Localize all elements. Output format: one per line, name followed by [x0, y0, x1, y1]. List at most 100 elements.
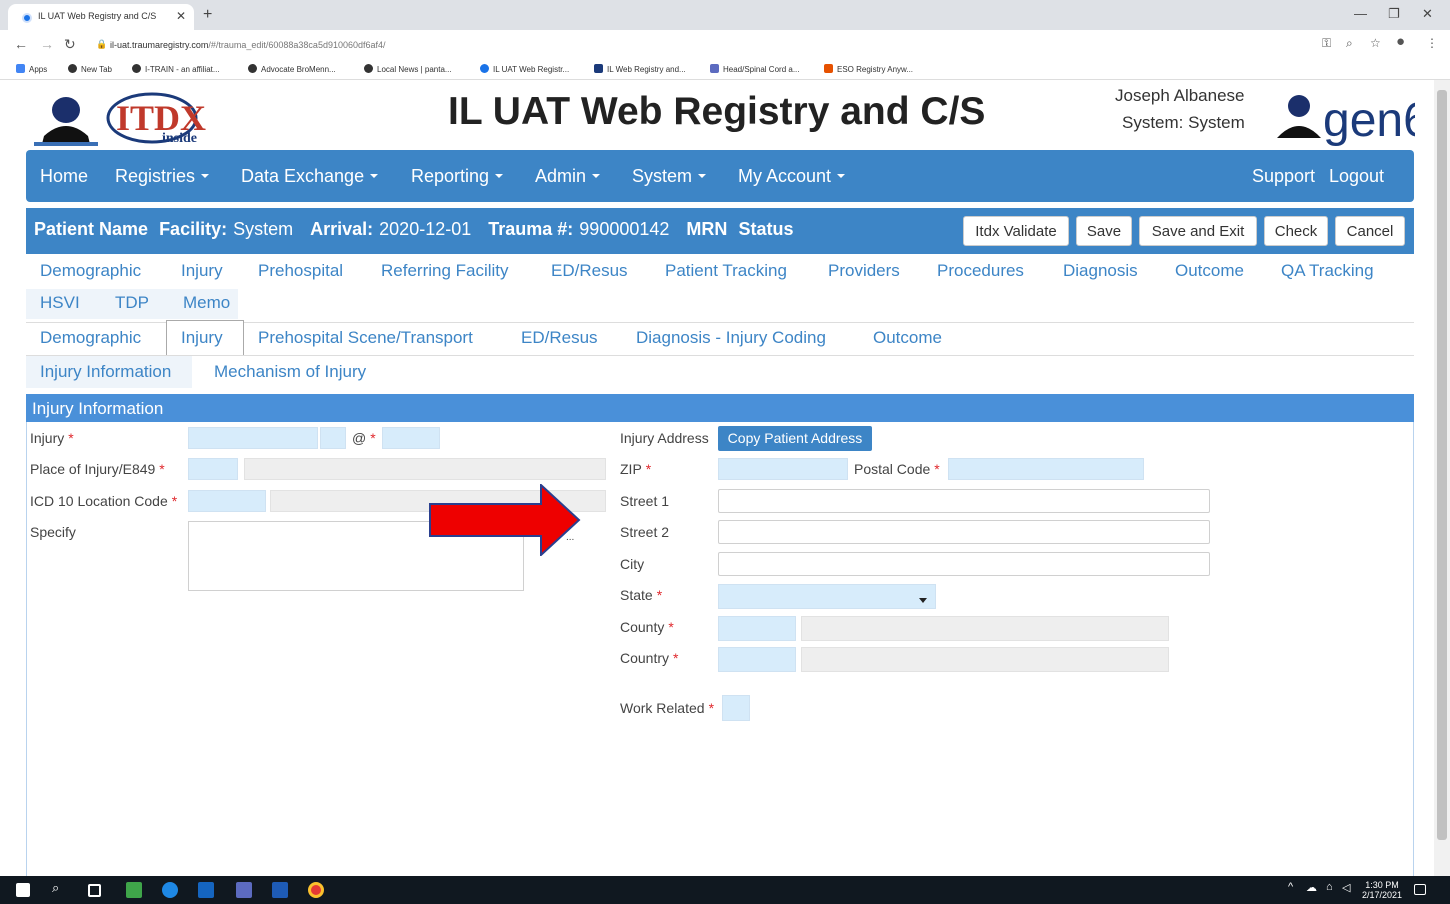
tab-procedures[interactable]: Procedures	[937, 261, 1024, 281]
postal-code-input[interactable]	[948, 458, 1144, 480]
subtab-divider	[26, 355, 1414, 356]
forward-icon[interactable]: →	[40, 36, 54, 52]
nav-logout[interactable]: Logout	[1329, 166, 1384, 187]
subtab-ed-resus[interactable]: ED/Resus	[521, 328, 598, 348]
scrollbar-thumb[interactable]	[1437, 90, 1447, 840]
task-view-icon[interactable]	[88, 884, 101, 897]
bookmark-new-tab[interactable]: New Tab	[68, 64, 112, 74]
reload-icon[interactable]: ↻	[64, 36, 76, 53]
new-tab-icon[interactable]: +	[203, 6, 212, 24]
zip-input[interactable]	[718, 458, 848, 480]
chrome-icon[interactable]	[308, 882, 324, 898]
teams-icon[interactable]	[236, 882, 252, 898]
outlook-icon[interactable]	[198, 882, 214, 898]
itdx-validate-button[interactable]: Itdx Validate	[963, 216, 1069, 246]
browser-tab[interactable]: IL UAT Web Registry and C/S ✕	[8, 4, 194, 30]
bookmark-head-spinal[interactable]: Head/Spinal Cord a...	[710, 64, 800, 74]
tab-hsvi[interactable]: HSVI	[40, 293, 80, 313]
subtab-outcome[interactable]: Outcome	[873, 328, 942, 348]
tray-chevron-icon[interactable]: ^	[1288, 881, 1304, 897]
tab-memo[interactable]: Memo	[183, 293, 230, 313]
copy-patient-address-button[interactable]: Copy Patient Address	[718, 426, 872, 451]
work-related-input[interactable]	[722, 695, 750, 721]
save-button[interactable]: Save	[1076, 216, 1132, 246]
gen6-logo-icon: gen6	[1277, 94, 1430, 147]
back-icon[interactable]: ←	[14, 36, 28, 52]
tab-patient-tracking[interactable]: Patient Tracking	[665, 261, 787, 281]
url-field[interactable]: 🔒 il-uat.traumaregistry.com/#/trauma_edi…	[96, 36, 1316, 54]
tab-injury[interactable]: Injury	[181, 261, 223, 281]
bookmark-il-uat[interactable]: IL UAT Web Registr...	[480, 64, 569, 74]
subtab-demographic[interactable]: Demographic	[40, 328, 141, 348]
nav-admin[interactable]: Admin	[535, 166, 601, 187]
close-window-icon[interactable]: ✕	[1422, 6, 1433, 22]
patient-info: Patient Name Facility: System Arrival: 202…	[34, 219, 799, 240]
star-icon[interactable]: ☆	[1370, 36, 1381, 50]
injury-time-input[interactable]	[382, 427, 440, 449]
nav-home[interactable]: Home	[40, 166, 88, 187]
tab-ed-resus[interactable]: ED/Resus	[551, 261, 628, 281]
volume-icon[interactable]: ◁	[1342, 881, 1358, 897]
word-icon[interactable]	[272, 882, 288, 898]
bookmark-itrain[interactable]: I-TRAIN - an affiliat...	[132, 64, 220, 74]
place-of-injury-code-input[interactable]	[188, 458, 238, 480]
save-and-exit-button[interactable]: Save and Exit	[1139, 216, 1257, 246]
close-tab-icon[interactable]: ✕	[176, 9, 186, 23]
gen6-logo: gen6	[1275, 86, 1430, 147]
minimize-icon[interactable]: —	[1354, 6, 1367, 21]
tab-mechanism-of-injury[interactable]: Mechanism of Injury	[214, 362, 366, 382]
tab-referring-facility[interactable]: Referring Facility	[381, 261, 509, 281]
check-button[interactable]: Check	[1264, 216, 1328, 246]
county-code-input[interactable]	[718, 616, 796, 641]
nav-my-account[interactable]: My Account	[738, 166, 846, 187]
file-explorer-icon[interactable]	[126, 882, 142, 898]
edge-icon[interactable]	[162, 882, 178, 898]
street1-label: Street 1	[620, 493, 670, 509]
icd10-location-code-input[interactable]	[188, 490, 266, 512]
nav-registries[interactable]: Registries	[115, 166, 210, 187]
tab-prehospital[interactable]: Prehospital	[258, 261, 343, 281]
notifications-icon[interactable]	[1414, 884, 1426, 895]
nav-support[interactable]: Support	[1252, 166, 1315, 187]
tab-qa-tracking[interactable]: QA Tracking	[1281, 261, 1374, 281]
nav-data-exchange[interactable]: Data Exchange	[241, 166, 379, 187]
search-icon[interactable]: ⌕	[52, 880, 68, 896]
city-input[interactable]	[718, 552, 1210, 576]
zoom-icon[interactable]: ⌕	[1346, 36, 1353, 51]
page-scrollbar[interactable]	[1434, 80, 1450, 876]
subtab-diagnosis-injury-coding[interactable]: Diagnosis - Injury Coding	[636, 328, 826, 348]
windows-taskbar: ⌕ ^ ☁ ⌂ ◁ 1:30 PM 2/17/2021	[0, 876, 1450, 904]
bookmark-local-news[interactable]: Local News | panta...	[364, 64, 452, 74]
tab-demographic[interactable]: Demographic	[40, 261, 141, 281]
injury-information-header: Injury Information	[26, 394, 1414, 422]
state-select[interactable]	[718, 584, 936, 609]
injury-date-input[interactable]	[188, 427, 318, 449]
cloud-icon[interactable]: ☁	[1306, 881, 1322, 897]
bookmark-il-web[interactable]: IL Web Registry and...	[594, 64, 686, 74]
restore-icon[interactable]: ❐	[1388, 6, 1400, 22]
street1-input[interactable]	[718, 489, 1210, 513]
bookmark-apps[interactable]: Apps	[16, 64, 47, 74]
injury-date-picker[interactable]	[320, 427, 346, 449]
tab-providers[interactable]: Providers	[828, 261, 900, 281]
nav-reporting[interactable]: Reporting	[411, 166, 504, 187]
windows-start-icon[interactable]	[16, 883, 30, 897]
bookmark-eso[interactable]: ESO Registry Anyw...	[824, 64, 913, 74]
network-icon[interactable]: ⌂	[1326, 881, 1342, 897]
tab-tdp[interactable]: TDP	[115, 293, 149, 313]
tab-outcome[interactable]: Outcome	[1175, 261, 1244, 281]
tab-diagnosis[interactable]: Diagnosis	[1063, 261, 1138, 281]
site-favicon-icon	[480, 64, 489, 73]
subtab-prehospital-scene[interactable]: Prehospital Scene/Transport	[258, 328, 473, 348]
tab-injury-information[interactable]: Injury Information	[40, 362, 171, 382]
clock[interactable]: 1:30 PM 2/17/2021	[1362, 880, 1402, 900]
key-icon[interactable]: ⚿	[1322, 36, 1331, 51]
profile-icon[interactable]: ●	[1396, 33, 1405, 50]
subtab-injury[interactable]: Injury	[181, 328, 223, 348]
street2-input[interactable]	[718, 520, 1210, 544]
menu-icon[interactable]: ⋮	[1426, 36, 1438, 50]
cancel-button[interactable]: Cancel	[1335, 216, 1405, 246]
nav-system[interactable]: System	[632, 166, 707, 187]
country-code-input[interactable]	[718, 647, 796, 672]
bookmark-advocate[interactable]: Advocate BroMenn...	[248, 64, 336, 74]
